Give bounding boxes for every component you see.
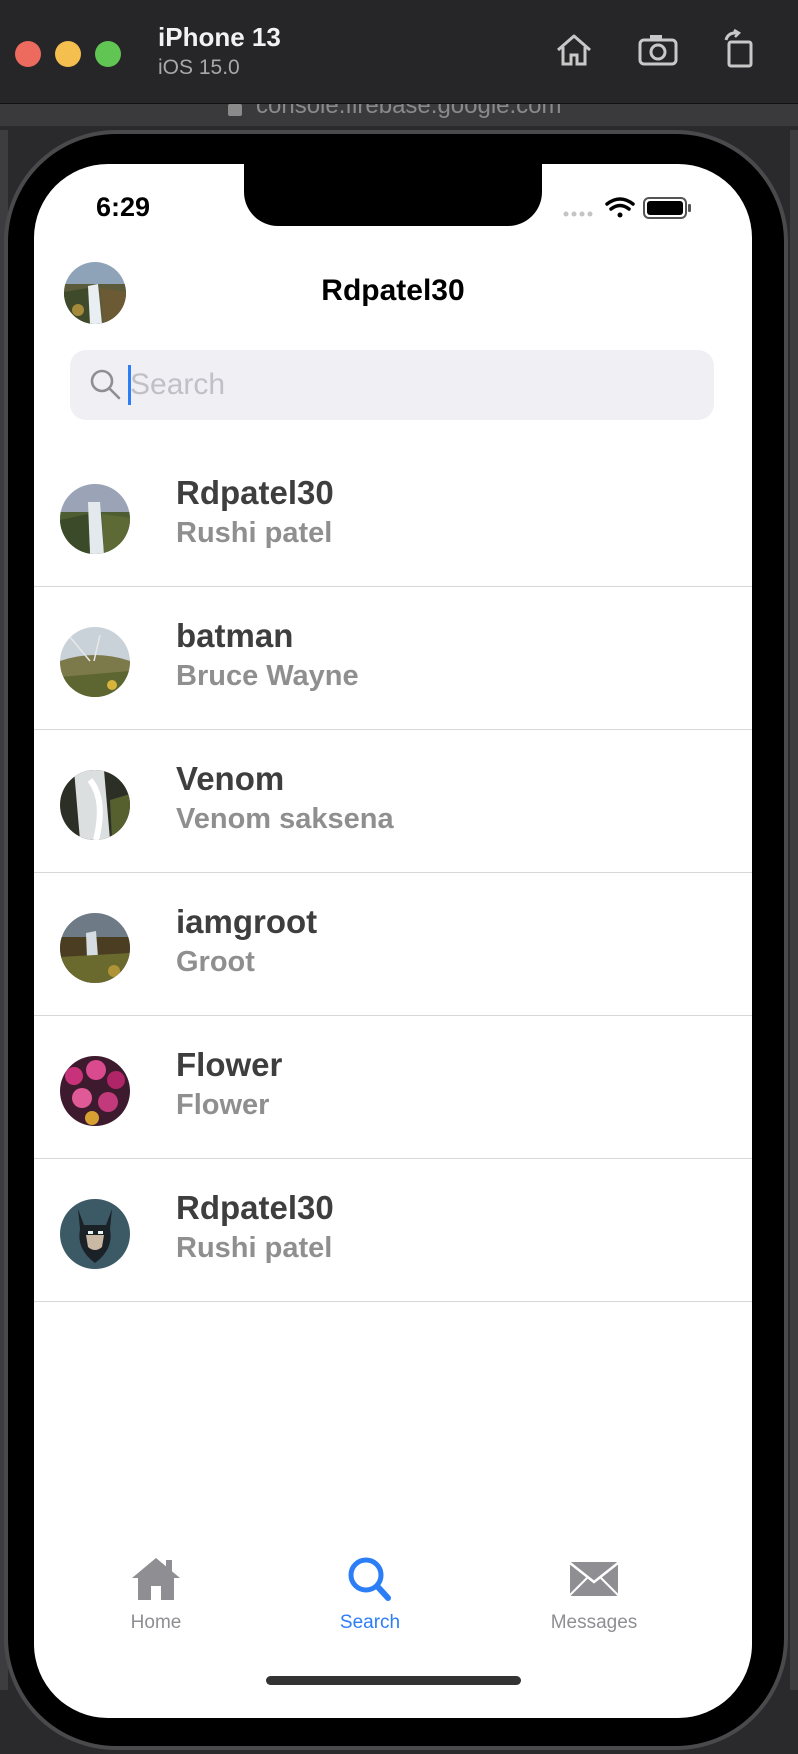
avatar (60, 913, 130, 983)
magnifier-icon (348, 1557, 391, 1601)
user-list: Rdpatel30 Rushi patel batman Bruce Wayne (34, 444, 752, 1302)
fullname: Rushi patel (176, 517, 333, 549)
tab-home-label: Home (130, 1612, 182, 1633)
fullname: Rushi patel (176, 1232, 333, 1264)
page-title: Rdpatel30 (321, 274, 465, 307)
fullname: Groot (176, 946, 255, 978)
background-url: console.firebase.google.com (256, 104, 562, 119)
rotate-button[interactable] (718, 28, 762, 72)
simulator-title-bar: iPhone 13 iOS 15.0 (0, 0, 798, 104)
screenshot-icon (638, 35, 678, 66)
list-item[interactable]: iamgroot Groot (34, 873, 752, 1016)
avatar (60, 484, 130, 554)
notch (244, 164, 542, 226)
os-version: iOS 15.0 (158, 56, 240, 79)
battery-icon (643, 197, 691, 219)
device-name: iPhone 13 (158, 22, 281, 52)
home-button[interactable] (552, 28, 596, 72)
list-item[interactable]: Flower Flower (34, 1016, 752, 1159)
wifi-icon (605, 197, 635, 218)
search-input[interactable] (130, 358, 690, 412)
tab-messages[interactable]: Messages (514, 1554, 674, 1634)
home-icon (557, 34, 591, 66)
fullname: Bruce Wayne (176, 660, 359, 692)
tab-home[interactable]: Home (76, 1554, 236, 1634)
username: batman (176, 617, 294, 654)
batman-avatar-image (60, 1199, 130, 1269)
status-icons (563, 197, 691, 219)
background-edge-right (790, 130, 798, 1690)
username: Rdpatel30 (176, 1189, 334, 1226)
avatar (60, 1056, 130, 1126)
list-item[interactable]: Rdpatel30 Rushi patel (34, 1159, 752, 1302)
tab-bar: Home Search Messages (34, 1554, 752, 1654)
list-item[interactable]: Venom Venom saksena (34, 730, 752, 873)
fullname: Venom saksena (176, 803, 394, 835)
close-window-button[interactable] (15, 41, 41, 67)
minimize-window-button[interactable] (55, 41, 81, 67)
username: Flower (176, 1046, 283, 1083)
status-time: 6:29 (96, 192, 151, 222)
home-indicator[interactable] (266, 1676, 521, 1685)
waterfall-avatar-image (60, 913, 130, 983)
tab-search-label: Search (339, 1612, 401, 1633)
fullname: Flower (176, 1089, 270, 1121)
username: Venom (176, 760, 285, 797)
search-icon (90, 369, 121, 400)
meadow-avatar-image (60, 627, 130, 697)
house-icon (132, 1558, 180, 1600)
tab-search[interactable]: Search (290, 1554, 450, 1634)
cascade-avatar-image (60, 770, 130, 840)
username: Rdpatel30 (176, 474, 334, 511)
phone-screen: 6:29 Rdpatel30 Search Rdpatel30 Rushi pa… (34, 164, 752, 1718)
background-browser-strip: console.firebase.google.com (0, 104, 798, 126)
flowers-avatar-image (60, 1056, 130, 1126)
zoom-window-button[interactable] (95, 41, 121, 67)
avatar (60, 627, 130, 697)
screenshot-button[interactable] (636, 28, 680, 72)
lock-icon (228, 104, 242, 116)
list-item[interactable]: Rdpatel30 Rushi patel (34, 444, 752, 587)
waterfall-avatar-image (60, 484, 130, 554)
signal-icon (563, 211, 593, 217)
search-bar[interactable] (70, 350, 714, 420)
tab-messages-label: Messages (550, 1612, 638, 1633)
envelope-icon (569, 1562, 619, 1596)
username: iamgroot (176, 903, 318, 940)
avatar (60, 770, 130, 840)
list-item[interactable]: batman Bruce Wayne (34, 587, 752, 730)
avatar (60, 1199, 130, 1269)
rotate-icon (724, 28, 753, 68)
